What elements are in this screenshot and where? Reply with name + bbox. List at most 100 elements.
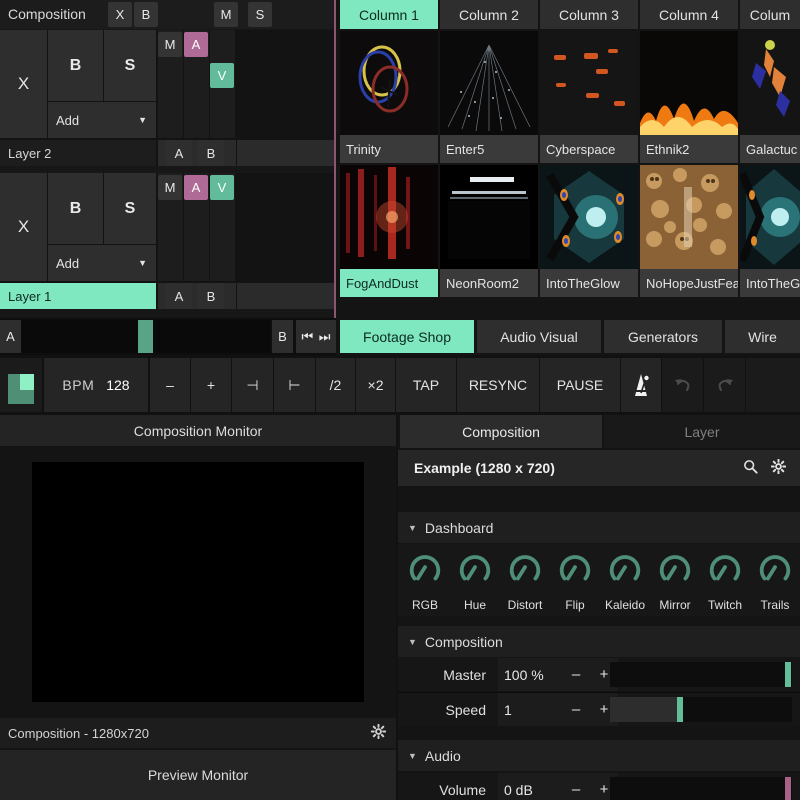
param-slider-handle[interactable] [784,662,791,687]
layer1-video-toggle[interactable]: V [210,175,234,200]
tab-audio-visual[interactable]: Audio Visual [477,320,601,353]
layer2-b-button[interactable]: B [48,30,103,101]
tab-layer[interactable]: Layer [604,415,800,448]
clip-cell[interactable]: IntoTheG [740,165,800,297]
thumbnail-art-glow [740,165,800,269]
bpm-double-button[interactable]: ×2 [356,358,395,412]
param-decrease-speed[interactable]: – [562,693,590,726]
clip-cell[interactable]: Cyberspace [540,31,638,163]
redo-button[interactable] [704,358,745,412]
param-decrease-master[interactable]: – [562,658,590,691]
section-audio-label: Audio [424,747,461,764]
layer2-crossfade-b[interactable]: B [198,140,224,166]
composition-solo-button[interactable]: S [248,2,272,27]
clip-cell[interactable]: Galactuc [740,31,800,163]
section-dashboard[interactable]: ▼ Dashboard [398,512,800,543]
column-header-5[interactable]: Colum [740,0,800,29]
clip-cell[interactable]: NeonRoom2 [440,165,538,297]
tab-wire[interactable]: Wire [725,320,800,353]
clip-cell[interactable]: Enter5 [440,31,538,163]
clip-cell[interactable]: IntoTheGlow [540,165,638,297]
layer2-bypass-button[interactable]: X [0,30,47,138]
tab-generators[interactable]: Generators [604,320,722,353]
param-value-master[interactable]: 100 % [498,658,562,691]
layer2-crossfade-a[interactable]: A [166,140,192,166]
gear-icon[interactable] [770,458,787,477]
pause-button[interactable]: PAUSE [540,358,620,412]
tap-tempo-button[interactable]: TAP [396,358,456,412]
composition-blend-button[interactable]: B [134,2,158,27]
knob-trails[interactable]: Trails [750,544,800,616]
param-label-master: Master [443,666,486,683]
bpm-halve-button[interactable]: /2 [316,358,355,412]
skip-previous-icon[interactable]: ⏮ [302,329,314,345]
search-icon[interactable] [743,459,758,477]
param-slider-master[interactable] [610,662,792,687]
column-header-4[interactable]: Column 4 [640,0,738,29]
resync-button[interactable]: RESYNC [457,358,539,412]
layer1-audio-toggle[interactable]: A [184,175,208,200]
param-decrease-volume[interactable]: – [562,773,590,800]
section-audio[interactable]: ▼ Audio [398,740,800,771]
crossfader-handle[interactable] [138,320,153,353]
layer2-blend-mode-dropdown[interactable]: Add ▼ [48,102,156,138]
composition-monitor-view[interactable] [0,448,396,716]
composition-bypass-button[interactable]: X [108,2,132,27]
clip-cell[interactable]: Trinity [340,31,438,163]
layer1-solo-button[interactable]: S [104,173,156,244]
crossfader-a-button[interactable]: A [0,320,21,353]
column-header-3[interactable]: Column 3 [540,0,638,29]
knob-kaleido[interactable]: Kaleido [600,544,650,616]
knob-hue[interactable]: Hue [450,544,500,616]
layer1-crossfade-a[interactable]: A [166,283,192,309]
metronome-button[interactable] [621,358,661,412]
knob-twitch[interactable]: Twitch [700,544,750,616]
layer1-bypass-button[interactable]: X [0,173,47,281]
bpm-decrease-button[interactable]: – [150,358,190,412]
layer1-blend-mode-dropdown[interactable]: Add ▼ [48,245,156,281]
knob-flip[interactable]: Flip [550,544,600,616]
tab-footage-shop[interactable]: Footage Shop [340,320,474,353]
clip-cell[interactable]: FogAndDust [340,165,438,297]
section-composition[interactable]: ▼ Composition [398,626,800,657]
bpm-display[interactable]: BPM 128 [44,358,148,412]
crossfader-b-button[interactable]: B [272,320,293,353]
layer2-mute-toggle[interactable]: M [158,32,182,57]
layer2-solo-button[interactable]: S [104,30,156,101]
skip-next-icon[interactable]: ⏭ [319,329,331,345]
layer2-video-toggle[interactable]: V [210,63,234,88]
param-row-master: Master 100 % – + [398,658,800,691]
bpm-nudge-left-button[interactable]: ⊣ [232,358,273,412]
clip-cell[interactable]: Ethnik2 [640,31,738,163]
composition-mute-button[interactable]: M [214,2,238,27]
param-slider-speed[interactable] [610,697,792,722]
bpm-nudge-right-button[interactable]: ⊢ [274,358,315,412]
column-header-1[interactable]: Column 1 [340,0,438,29]
layer1-b-button[interactable]: B [48,173,103,244]
layer-name-1[interactable]: Layer 1 [0,283,156,309]
layer1-mute-toggle[interactable]: M [158,175,182,200]
layer2-audio-toggle[interactable]: A [184,32,208,57]
bpm-color-swatch[interactable] [8,374,34,404]
knob-dial-icon [559,555,591,581]
gear-icon[interactable] [370,723,387,742]
knob-mirror[interactable]: Mirror [650,544,700,616]
param-slider-handle[interactable] [784,777,791,800]
bpm-increase-button[interactable]: + [191,358,231,412]
param-value-volume[interactable]: 0 dB [498,773,562,800]
clip-cell[interactable]: NoHopeJustFear [640,165,738,297]
composition-monitor-header[interactable]: Composition Monitor [0,415,396,446]
column-header-2[interactable]: Column 2 [440,0,538,29]
param-slider-handle[interactable] [677,697,684,722]
param-value-speed[interactable]: 1 [498,693,562,726]
tab-composition[interactable]: Composition [400,415,602,448]
preview-monitor-header[interactable]: Preview Monitor [0,750,396,800]
knob-rgb[interactable]: RGB [400,544,450,616]
thumbnail-art-neon [440,165,538,269]
layer-name-2[interactable]: Layer 2 [0,140,156,166]
bpm-color-swatch-cell[interactable] [0,358,42,412]
knob-distort[interactable]: Distort [500,544,550,616]
undo-button[interactable] [662,358,703,412]
layer1-crossfade-b[interactable]: B [198,283,224,309]
param-slider-volume[interactable] [610,777,792,800]
